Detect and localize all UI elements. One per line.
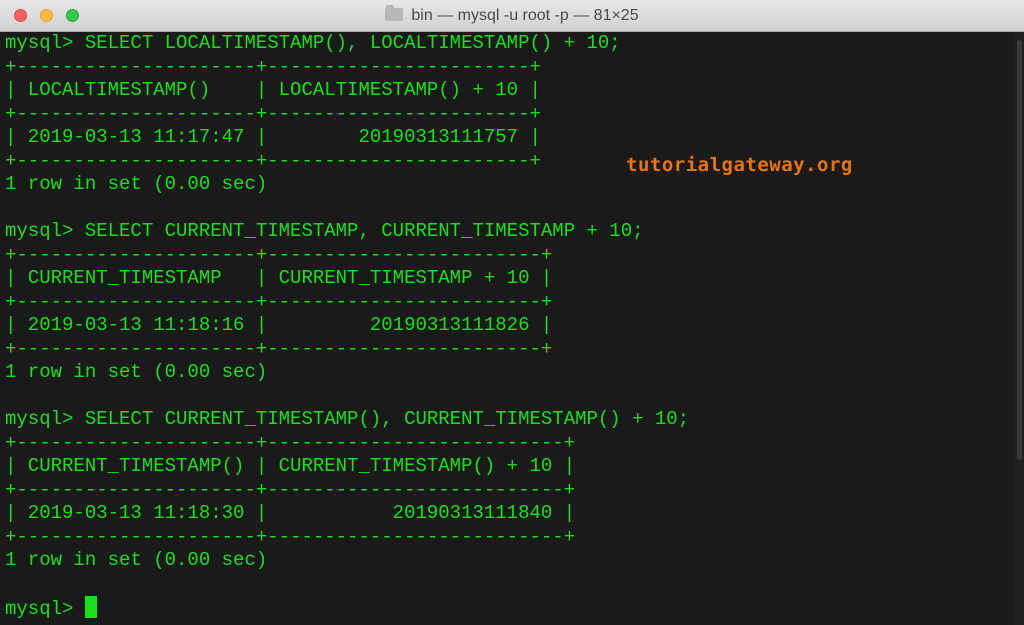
line-text: | CURRENT_TIMESTAMP() | CURRENT_TIMESTAM… (5, 455, 576, 477)
table-border: +---------------------+-----------------… (5, 150, 1014, 174)
input-prompt: mysql> (5, 596, 1014, 620)
line-text: +---------------------+-----------------… (5, 243, 553, 266)
line-text: +---------------------+-----------------… (5, 290, 553, 313)
table-row: | LOCALTIMESTAMP() | LOCALTIMESTAMP() + … (5, 79, 1014, 103)
line-text: +---------------------+-----------------… (5, 525, 576, 548)
folder-icon (385, 5, 404, 21)
text-cursor[interactable] (84, 596, 97, 618)
table-border: +---------------------+-----------------… (5, 56, 1014, 80)
line-text: +---------------------+-----------------… (5, 55, 541, 78)
line-text: +---------------------+-----------------… (5, 149, 541, 172)
table-border: +---------------------+-----------------… (5, 291, 1014, 315)
table-border: +---------------------+-----------------… (5, 244, 1014, 268)
line-text: 1 row in set (0.00 sec) (5, 549, 268, 571)
line-text: mysql> SELECT LOCALTIMESTAMP(), LOCALTIM… (5, 32, 621, 54)
result-status: 1 row in set (0.00 sec) (5, 549, 1014, 573)
table-border: +---------------------+-----------------… (5, 432, 1014, 456)
window-title-text: bin — mysql -u root -p — 81×25 (411, 7, 639, 24)
title-bar[interactable]: bin — mysql -u root -p — 81×25 (0, 0, 1024, 32)
line-text: | LOCALTIMESTAMP() | LOCALTIMESTAMP() + … (5, 79, 541, 101)
result-status: 1 row in set (0.00 sec) (5, 173, 1014, 197)
table-border: +---------------------+-----------------… (5, 479, 1014, 503)
line-text: 1 row in set (0.00 sec) (5, 361, 268, 383)
sql-command-line: mysql> SELECT CURRENT_TIMESTAMP(), CURRE… (5, 408, 1014, 432)
window-title: bin — mysql -u root -p — 81×25 (0, 0, 1024, 32)
line-text: mysql> (5, 598, 85, 620)
watermark-text: tutorialgateway.org (626, 154, 853, 176)
table-row: | CURRENT_TIMESTAMP() | CURRENT_TIMESTAM… (5, 455, 1014, 479)
table-row: | 2019-03-13 11:17:47 | 20190313111757 | (5, 126, 1014, 150)
table-row: | 2019-03-13 11:18:30 | 20190313111840 | (5, 502, 1014, 526)
line-text: | CURRENT_TIMESTAMP | CURRENT_TIMESTAMP … (5, 267, 553, 289)
scrollbar-thumb[interactable] (1017, 40, 1022, 460)
line-text: mysql> SELECT CURRENT_TIMESTAMP(), CURRE… (5, 408, 690, 430)
line-text: +---------------------+-----------------… (5, 478, 576, 501)
line-text: | 2019-03-13 11:18:30 | 20190313111840 | (5, 502, 576, 524)
table-border: +---------------------+-----------------… (5, 526, 1014, 550)
line-text: 1 row in set (0.00 sec) (5, 173, 268, 195)
line-text: +---------------------+-----------------… (5, 102, 541, 125)
table-border: +---------------------+-----------------… (5, 103, 1014, 127)
result-status: 1 row in set (0.00 sec) (5, 361, 1014, 385)
table-border: +---------------------+-----------------… (5, 338, 1014, 362)
line-text: +---------------------+-----------------… (5, 431, 576, 454)
line-text: | 2019-03-13 11:18:16 | 20190313111826 | (5, 314, 553, 336)
line-text: mysql> SELECT CURRENT_TIMESTAMP, CURRENT… (5, 220, 644, 242)
table-row: | 2019-03-13 11:18:16 | 20190313111826 | (5, 314, 1014, 338)
sql-command-line: mysql> SELECT LOCALTIMESTAMP(), LOCALTIM… (5, 32, 1014, 56)
table-row: | CURRENT_TIMESTAMP | CURRENT_TIMESTAMP … (5, 267, 1014, 291)
terminal-output[interactable]: mysql> SELECT LOCALTIMESTAMP(), LOCALTIM… (0, 32, 1014, 625)
terminal-window: bin — mysql -u root -p — 81×25 mysql> SE… (0, 0, 1024, 625)
line-text: | 2019-03-13 11:17:47 | 20190313111757 | (5, 126, 541, 148)
line-text: +---------------------+-----------------… (5, 337, 553, 360)
sql-command-line: mysql> SELECT CURRENT_TIMESTAMP, CURRENT… (5, 220, 1014, 244)
